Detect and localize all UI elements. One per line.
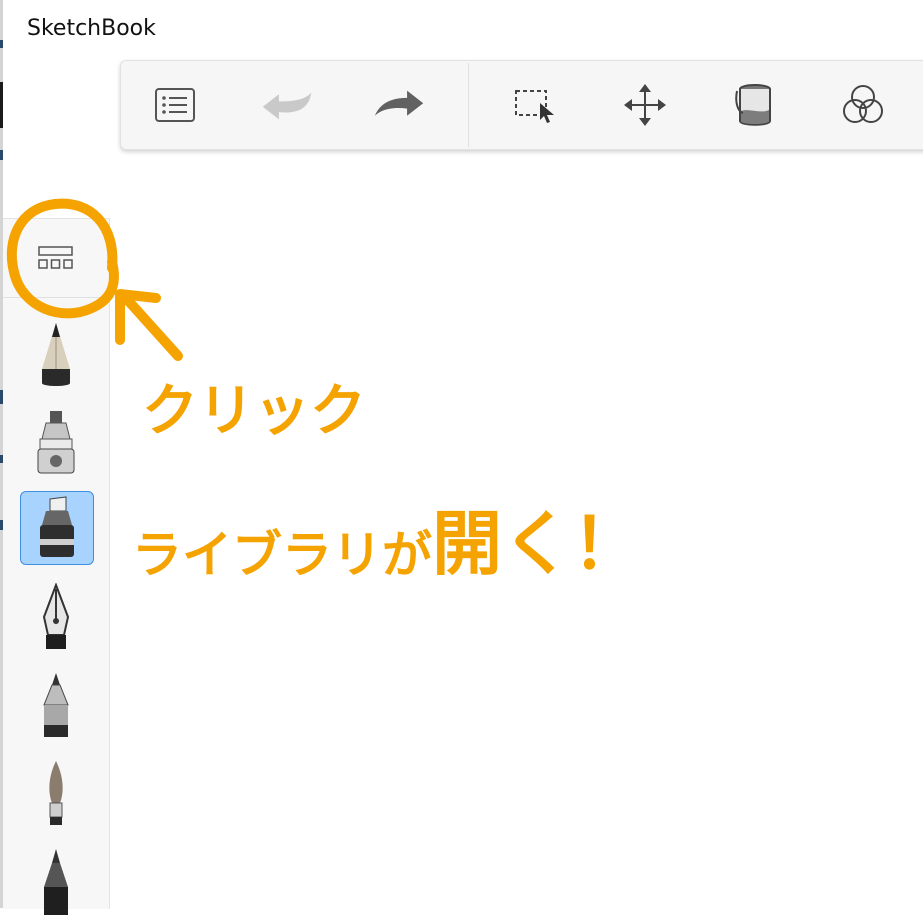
- list-icon: [155, 88, 195, 122]
- inking-pen-icon: [42, 583, 70, 649]
- airbrush-icon: [37, 411, 75, 474]
- brush-airbrush[interactable]: [20, 407, 92, 479]
- undo-arrow-icon: [262, 92, 312, 120]
- brush-paintbrush[interactable]: [20, 757, 92, 829]
- color-editor-button[interactable]: [837, 79, 889, 131]
- toolbar-separator: [468, 63, 469, 147]
- brush-pencil[interactable]: [20, 319, 92, 391]
- paint-bucket-icon: [735, 84, 771, 126]
- selection-icon: [515, 90, 554, 123]
- brush-sidebar: [3, 218, 110, 915]
- pointer-arrow-head: [115, 289, 161, 345]
- toolbar: [120, 60, 923, 150]
- color-circles-icon: [843, 85, 883, 123]
- fill-button[interactable]: [729, 79, 781, 131]
- annotation-open-text: 開く！: [432, 503, 642, 585]
- brush-technical-pen[interactable]: [20, 845, 92, 917]
- undo-button[interactable]: [261, 79, 313, 131]
- marker-icon: [40, 496, 74, 557]
- redo-button[interactable]: [373, 79, 425, 131]
- ballpoint-pen-icon: [43, 673, 69, 737]
- move-arrows-icon: [624, 84, 666, 126]
- brush-library-icon: [38, 246, 73, 269]
- selection-button[interactable]: [509, 79, 561, 131]
- brush-ballpoint-pen[interactable]: [20, 669, 92, 741]
- app-title: SketchBook: [27, 16, 156, 41]
- paintbrush-icon: [49, 761, 63, 825]
- redo-arrow-icon: [374, 90, 424, 116]
- transform-button[interactable]: [619, 79, 671, 131]
- annotation-click-text: クリック: [142, 379, 366, 444]
- pencil-icon: [42, 323, 70, 386]
- technical-pen-icon: [44, 849, 68, 915]
- brush-inking-pen[interactable]: [20, 581, 92, 653]
- annotation-library-text: ライブラリが: [132, 526, 432, 584]
- brush-list-button[interactable]: [149, 79, 201, 131]
- pointer-arrow-shaft: [119, 291, 183, 361]
- brush-library-button[interactable]: [3, 219, 109, 298]
- brush-marker[interactable]: [20, 491, 94, 565]
